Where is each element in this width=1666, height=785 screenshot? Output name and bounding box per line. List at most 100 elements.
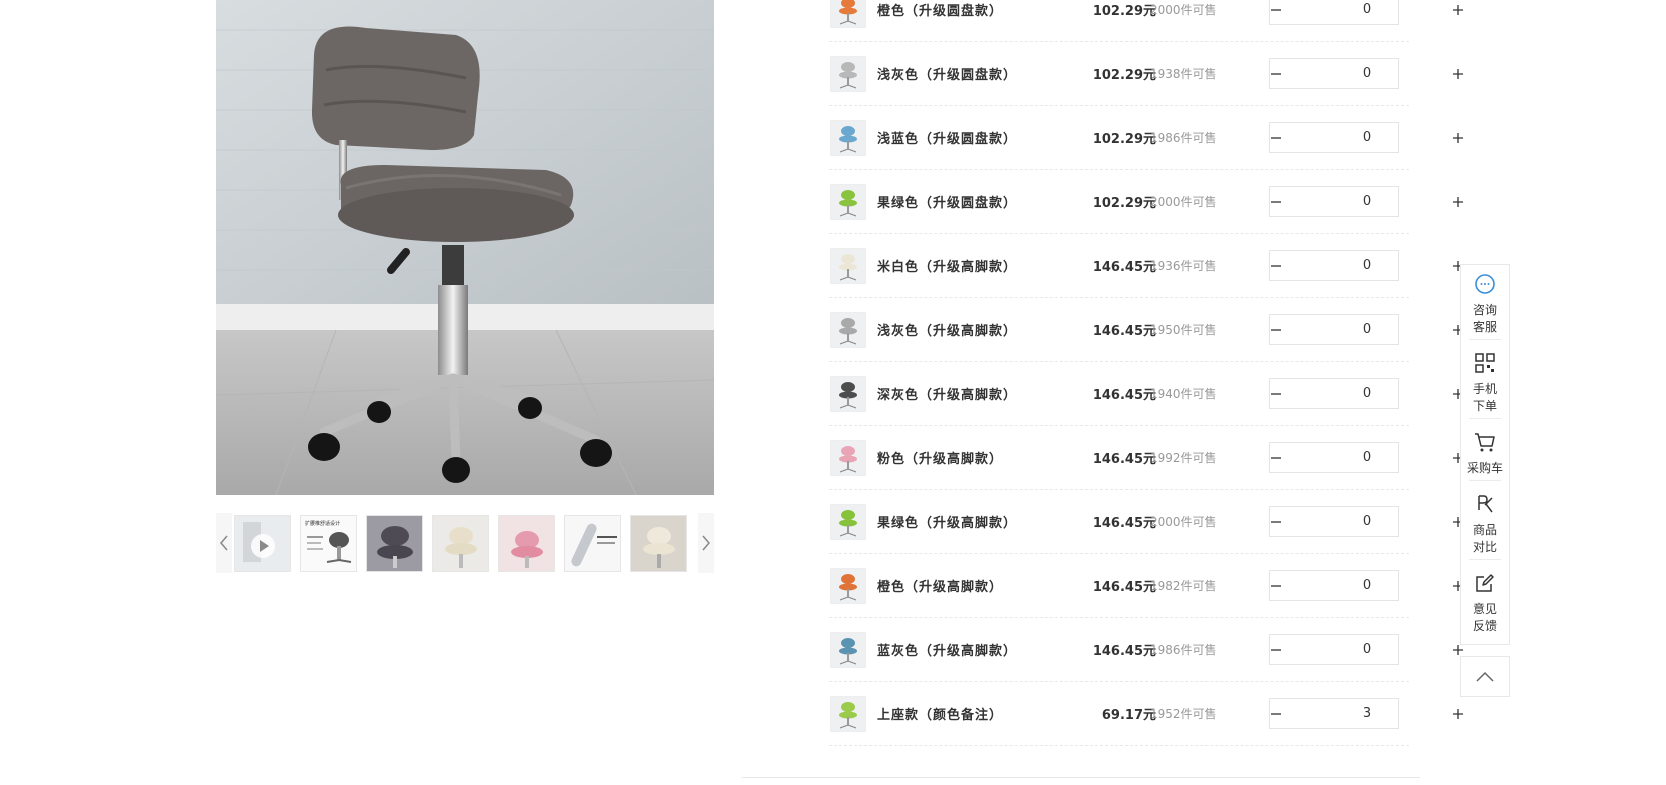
mobile-order-button[interactable]: 手机 下单 [1461, 352, 1509, 415]
quantity-input[interactable] [1282, 187, 1452, 216]
quantity-input[interactable] [1282, 0, 1452, 24]
sku-thumbnail[interactable] [830, 504, 866, 540]
sku-price: 146.45元 [1092, 324, 1156, 339]
separator [1469, 559, 1501, 560]
thumbnail-6[interactable] [564, 515, 621, 572]
sku-thumbnail[interactable] [830, 376, 866, 412]
sku-thumbnail[interactable] [830, 440, 866, 476]
thumbnail-7[interactable] [630, 515, 687, 572]
sku-stock: 1936件可售 [1150, 259, 1217, 273]
feedback-button[interactable]: 意见 反馈 [1461, 572, 1509, 635]
quantity-input[interactable] [1282, 379, 1452, 408]
separator [1469, 418, 1501, 419]
thumbnail-prev-button[interactable] [216, 513, 232, 573]
increase-button[interactable] [1452, 699, 1464, 728]
compare-products-button[interactable]: 商品 对比 [1461, 493, 1509, 556]
sku-row: 蓝灰色（升级高脚款） 146.45元 1986件可售 [829, 618, 1463, 682]
decrease-button[interactable] [1270, 379, 1282, 408]
sku-row: 果绿色（升级圆盘款） 102.29元 2000件可售 [829, 170, 1463, 234]
quantity-input[interactable] [1282, 315, 1452, 344]
sku-row: 橙色（升级圆盘款） 102.29元 2000件可售 [829, 0, 1463, 42]
sku-row: 深灰色（升级高脚款） 146.45元 1940件可售 [829, 362, 1463, 426]
thumbnail-2[interactable]: 扩腰椎舒适设计 [300, 515, 357, 572]
purchase-cart-button[interactable]: 采购车 [1461, 431, 1509, 477]
sku-thumbnail[interactable] [830, 184, 866, 220]
quantity-input[interactable] [1282, 571, 1452, 600]
thumbnail-video[interactable] [234, 515, 291, 572]
sku-price: 69.17元 [1101, 708, 1156, 723]
thumbnail-5[interactable] [498, 515, 555, 572]
quantity-input[interactable] [1282, 507, 1452, 536]
sku-price: 146.45元 [1092, 260, 1156, 275]
sku-name: 果绿色（升级高脚款） [877, 516, 1018, 531]
decrease-button[interactable] [1270, 0, 1282, 24]
sku-thumbnail[interactable] [830, 568, 866, 604]
sku-thumbnail[interactable] [830, 632, 866, 668]
sku-thumbnail[interactable] [830, 696, 866, 732]
increase-button[interactable] [1452, 187, 1464, 216]
thumbnail-4[interactable] [432, 515, 489, 572]
sku-row: 粉色（升级高脚款） 146.45元 1992件可售 [829, 426, 1463, 490]
decrease-button[interactable] [1270, 635, 1282, 664]
decrease-button[interactable] [1270, 251, 1282, 280]
sku-thumbnail[interactable] [830, 56, 866, 92]
decrease-button[interactable] [1270, 443, 1282, 472]
increase-button[interactable] [1452, 59, 1464, 88]
qr-code-icon [1475, 353, 1495, 373]
sku-stock: 2000件可售 [1150, 515, 1217, 529]
consult-service-button[interactable]: 咨询 客服 [1461, 273, 1509, 336]
plus-icon [1453, 132, 1463, 143]
sku-stock: 1986件可售 [1150, 131, 1217, 145]
thumbnail-next-button[interactable] [698, 513, 714, 573]
decrease-button[interactable] [1270, 123, 1282, 152]
quantity-stepper [1269, 250, 1463, 281]
back-to-top-button[interactable] [1460, 656, 1510, 697]
quantity-input[interactable] [1282, 251, 1452, 280]
sku-row: 上座款（颜色备注） 69.17元 1952件可售 [829, 682, 1463, 746]
sku-thumbnail[interactable] [830, 0, 866, 28]
quantity-input[interactable] [1282, 635, 1452, 664]
decrease-button[interactable] [1270, 315, 1282, 344]
quantity-stepper [1269, 186, 1463, 217]
sku-stock: 1982件可售 [1150, 579, 1217, 593]
sku-thumbnail[interactable] [830, 120, 866, 156]
quantity-stepper [1269, 0, 1463, 25]
sku-name: 橙色（升级高脚款） [877, 580, 1004, 595]
main-product-image[interactable] [216, 0, 714, 495]
decrease-button[interactable] [1270, 187, 1282, 216]
separator [1469, 480, 1501, 481]
plus-icon [1453, 196, 1463, 207]
quantity-input[interactable] [1282, 699, 1452, 728]
sku-price: 146.45元 [1092, 580, 1156, 595]
quantity-input[interactable] [1282, 443, 1452, 472]
decrease-button[interactable] [1270, 507, 1282, 536]
sku-name: 粉色（升级高脚款） [877, 452, 1004, 467]
minus-icon [1271, 584, 1281, 587]
sku-row: 果绿色（升级高脚款） 146.45元 2000件可售 [829, 490, 1463, 554]
sku-thumbnail[interactable] [830, 248, 866, 284]
quantity-stepper [1269, 378, 1463, 409]
sku-name: 果绿色（升级圆盘款） [877, 196, 1018, 211]
sku-name: 蓝灰色（升级高脚款） [877, 644, 1018, 659]
decrease-button[interactable] [1270, 571, 1282, 600]
thumbnail-3[interactable] [366, 515, 423, 572]
sku-price: 102.29元 [1092, 68, 1156, 83]
decrease-button[interactable] [1270, 699, 1282, 728]
sku-stock: 2000件可售 [1150, 3, 1217, 17]
quantity-input[interactable] [1282, 123, 1452, 152]
sku-thumbnail[interactable] [830, 312, 866, 348]
sku-stock: 2000件可售 [1150, 195, 1217, 209]
quantity-input[interactable] [1282, 59, 1452, 88]
cart-icon [1475, 433, 1495, 452]
quantity-stepper [1269, 698, 1463, 729]
sku-name: 深灰色（升级高脚款） [877, 388, 1018, 403]
sku-name: 橙色（升级圆盘款） [877, 4, 1004, 19]
minus-icon [1271, 200, 1281, 203]
sku-stock: 1986件可售 [1150, 643, 1217, 657]
increase-button[interactable] [1452, 123, 1464, 152]
sku-name: 上座款（颜色备注） [877, 708, 1004, 723]
increase-button[interactable] [1452, 0, 1464, 24]
decrease-button[interactable] [1270, 59, 1282, 88]
sku-name: 浅灰色（升级高脚款） [877, 324, 1018, 339]
quantity-stepper [1269, 442, 1463, 473]
